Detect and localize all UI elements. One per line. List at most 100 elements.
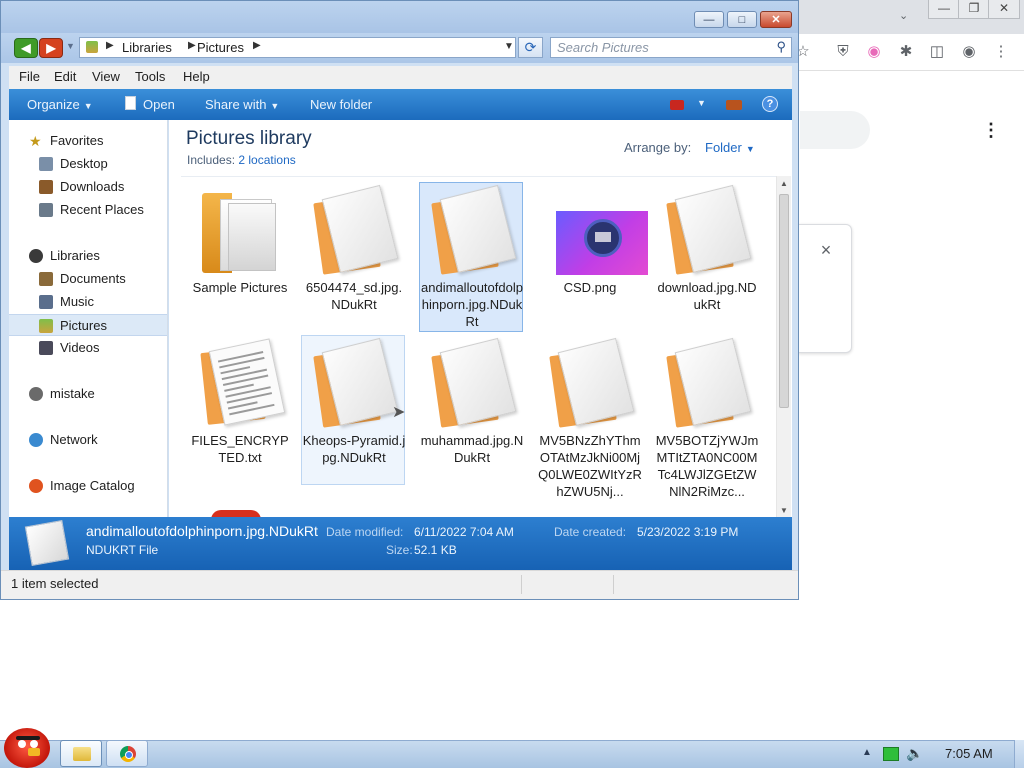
extensions-puzzle-icon[interactable]: ✱ bbox=[896, 42, 916, 62]
profile-avatar-icon[interactable]: ◉ bbox=[959, 42, 979, 62]
menu-help[interactable]: Help bbox=[183, 69, 210, 84]
status-divider bbox=[521, 575, 522, 594]
chrome-minimize-button[interactable]: — bbox=[928, 0, 960, 19]
image-thumbnail bbox=[556, 211, 648, 275]
command-bar: Organize ▼ Open Share with ▼ New folder ▼ … bbox=[9, 89, 792, 120]
crumb-separator-icon[interactable]: ▶ bbox=[253, 40, 261, 51]
folder-tile[interactable]: Sample Pictures bbox=[187, 182, 291, 332]
view-options-dropdown-icon[interactable]: ▼ bbox=[697, 98, 706, 108]
nav-videos[interactable]: Videos bbox=[9, 337, 167, 359]
menu-file[interactable]: File bbox=[19, 69, 40, 84]
nav-downloads[interactable]: Downloads bbox=[9, 176, 167, 198]
chrome-search-pill[interactable] bbox=[800, 111, 870, 149]
taskbar-chrome-button[interactable] bbox=[106, 740, 148, 767]
status-divider bbox=[613, 575, 614, 594]
volume-icon[interactable]: 🔈 bbox=[906, 745, 923, 762]
ublock-extension-icon[interactable]: ⛨ bbox=[833, 42, 853, 62]
network-tray-icon[interactable] bbox=[883, 747, 899, 761]
nav-music[interactable]: Music bbox=[9, 291, 167, 313]
date-modified-value: 6/11/2022 7:04 AM bbox=[414, 525, 514, 539]
arrange-by-dropdown[interactable]: Folder ▼ bbox=[705, 140, 755, 155]
folder-icon bbox=[73, 747, 91, 761]
share-with-button[interactable]: Share with ▼ bbox=[205, 97, 279, 112]
nav-libraries[interactable]: Libraries bbox=[9, 245, 167, 267]
search-box[interactable]: ⚲ bbox=[550, 37, 792, 58]
open-button[interactable]: Open bbox=[143, 97, 175, 112]
new-folder-button[interactable]: New folder bbox=[310, 97, 372, 112]
scroll-down-icon[interactable]: ▼ bbox=[780, 506, 788, 515]
forward-arrow-icon[interactable]: ▶ bbox=[39, 38, 63, 58]
file-tile[interactable]: muhammad.jpg.NDukRt bbox=[419, 335, 523, 485]
file-tile[interactable]: MV5BOTZjYWJmMTItZTA0NC00MTc4LWJlZGEtZWNl… bbox=[654, 335, 758, 499]
taskbar-clock[interactable]: 7:05 AM bbox=[945, 746, 993, 761]
file-tile[interactable]: MV5BNzZhYThmOTAtMzJkNi00MjQ0LWE0ZWItYzRh… bbox=[537, 335, 642, 499]
file-tile[interactable]: 6504474_sd.jpg.NDukRt bbox=[301, 182, 405, 332]
file-tile[interactable]: FILES_ENCRYPTED.txt bbox=[187, 335, 291, 485]
file-label: muhammad.jpg.NDukRt bbox=[420, 433, 524, 465]
change-view-icon[interactable] bbox=[670, 100, 684, 110]
crumb-separator-icon[interactable]: ▶ bbox=[106, 40, 114, 51]
file-tile[interactable]: Kheops-Pyramid.jpg.NDukRt bbox=[301, 335, 405, 485]
address-row: ◀ ▶ ▼ ▶ Libraries ▶ Pictures ▶ ▼ ⟳ ⚲ bbox=[1, 33, 798, 63]
address-bar[interactable]: ▶ Libraries ▶ Pictures ▶ ▼ bbox=[79, 37, 516, 58]
nav-mistake[interactable]: mistake bbox=[9, 383, 167, 405]
scrollbar-thumb[interactable] bbox=[779, 194, 789, 408]
locations-link[interactable]: 2 locations bbox=[238, 153, 295, 167]
vertical-scrollbar[interactable]: ▲ ▼ bbox=[776, 176, 791, 517]
document-icon bbox=[431, 337, 517, 428]
show-hidden-icons-icon[interactable]: ▲ bbox=[862, 747, 872, 758]
extension-flag-icon[interactable]: ◉ bbox=[864, 42, 884, 62]
show-desktop-button[interactable] bbox=[1014, 740, 1024, 768]
crumb-pictures[interactable]: Pictures bbox=[197, 40, 244, 55]
library-includes: Includes: 2 locations bbox=[187, 153, 296, 167]
recent-pages-dropdown-icon[interactable]: ▼ bbox=[66, 41, 75, 51]
file-tile[interactable]: CSD.png bbox=[537, 182, 648, 332]
nav-desktop-label: Desktop bbox=[60, 156, 108, 171]
minimize-button[interactable]: — bbox=[694, 11, 724, 28]
help-icon[interactable]: ? bbox=[762, 96, 778, 112]
nav-image-catalog[interactable]: Image Catalog bbox=[9, 475, 167, 497]
menu-view[interactable]: View bbox=[92, 69, 120, 84]
chrome-menu-icon[interactable]: ⋮ bbox=[991, 42, 1011, 62]
organize-button[interactable]: Organize ▼ bbox=[27, 97, 93, 112]
search-icon[interactable]: ⚲ bbox=[776, 39, 786, 55]
chrome-tab-dropdown-icon[interactable]: ⌄ bbox=[899, 9, 908, 22]
back-arrow-icon[interactable]: ◀ bbox=[14, 38, 38, 58]
search-input[interactable] bbox=[557, 39, 767, 56]
nav-desktop[interactable]: Desktop bbox=[9, 153, 167, 175]
close-button[interactable]: ✕ bbox=[760, 11, 792, 28]
nav-pictures[interactable]: Pictures bbox=[9, 314, 167, 336]
scroll-up-icon[interactable]: ▲ bbox=[780, 179, 788, 188]
document-icon bbox=[313, 184, 399, 275]
text-file-icon bbox=[200, 338, 286, 426]
explorer-titlebar[interactable]: — □ ✕ bbox=[1, 1, 798, 33]
popup-close-icon[interactable]: × bbox=[816, 240, 836, 260]
address-dropdown-icon[interactable]: ▼ bbox=[504, 41, 514, 52]
refresh-icon[interactable]: ⟳ bbox=[518, 37, 543, 58]
taskbar-explorer-button[interactable] bbox=[60, 740, 102, 767]
crumb-libraries[interactable]: Libraries bbox=[122, 40, 172, 55]
nav-documents[interactable]: Documents bbox=[9, 268, 167, 290]
page-more-menu-icon[interactable]: ⋮ bbox=[982, 120, 1000, 140]
arrange-by-label: Arrange by: bbox=[624, 140, 692, 155]
size-label: Size: bbox=[386, 543, 413, 557]
side-panel-icon[interactable]: ◫ bbox=[927, 42, 947, 62]
chrome-restore-button[interactable]: ❐ bbox=[958, 0, 990, 19]
nav-network[interactable]: Network bbox=[9, 429, 167, 451]
maximize-button[interactable]: □ bbox=[727, 11, 757, 28]
document-icon bbox=[549, 337, 635, 428]
file-tile[interactable]: andimalloutofdolphinporn.jpg.NDukRt bbox=[419, 182, 523, 332]
size-value: 52.1 KB bbox=[414, 543, 457, 557]
share-with-label: Share with bbox=[205, 97, 267, 112]
computer-icon bbox=[29, 387, 43, 401]
file-tile[interactable]: download.jpg.NDukRt bbox=[654, 182, 758, 332]
nav-favorites[interactable]: ★ Favorites bbox=[9, 130, 167, 152]
chrome-close-button[interactable]: ✕ bbox=[988, 0, 1020, 19]
start-button[interactable] bbox=[4, 728, 50, 768]
menu-tools[interactable]: Tools bbox=[135, 69, 165, 84]
preview-pane-icon[interactable] bbox=[726, 100, 742, 110]
nav-recent-places[interactable]: Recent Places bbox=[9, 199, 167, 221]
crumb-separator-icon[interactable]: ▶ bbox=[188, 40, 196, 51]
document-icon bbox=[431, 184, 517, 275]
menu-edit[interactable]: Edit bbox=[54, 69, 76, 84]
